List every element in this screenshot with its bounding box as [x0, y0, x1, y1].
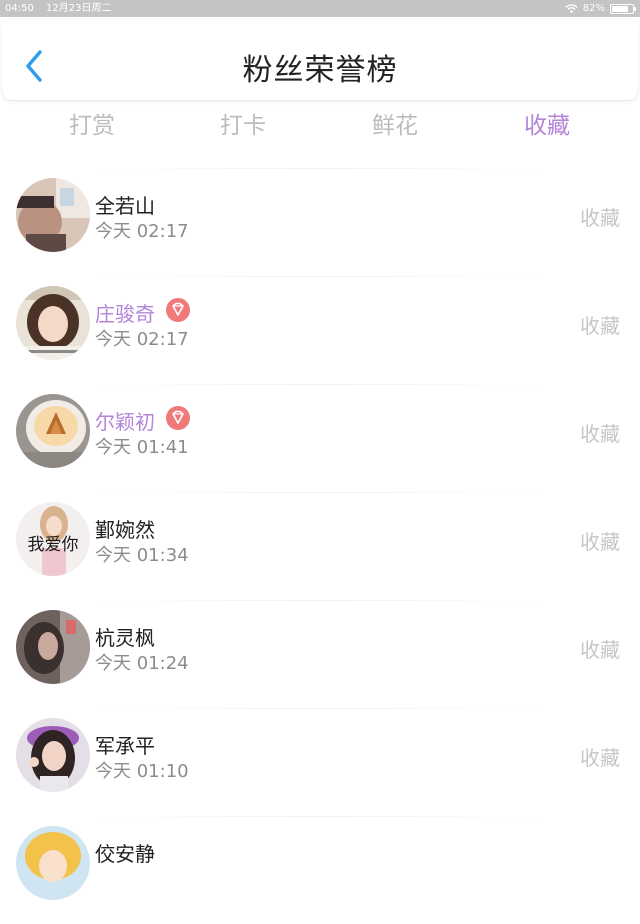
nav-header: 粉丝荣誉榜 — [2, 19, 638, 100]
favorite-label[interactable]: 收藏 — [580, 526, 620, 555]
fan-name: 军承平 — [95, 734, 155, 758]
fan-name: 全若山 — [95, 194, 155, 218]
avatar: 我爱你 — [16, 502, 90, 576]
list-item[interactable]: 杭灵枫 今天 01:24 收藏 — [0, 600, 640, 708]
avatar — [16, 178, 90, 252]
list-item[interactable]: 军承平 今天 01:10 收藏 — [0, 708, 640, 816]
fan-time: 今天 02:17 — [95, 329, 189, 350]
fan-name: 庄骏奇 — [95, 302, 155, 326]
list-item[interactable]: 庄骏奇 今天 02:17 收藏 — [0, 276, 640, 384]
tab-favorites[interactable]: 收藏 — [497, 106, 597, 140]
favorite-label[interactable]: 收藏 — [580, 634, 620, 663]
vip-badge — [166, 298, 190, 322]
vip-badge — [166, 406, 190, 430]
fan-name: 鄞婉然 — [95, 518, 155, 542]
battery-icon — [610, 3, 636, 14]
favorite-label[interactable]: 收藏 — [580, 742, 620, 771]
status-time: 04:50 — [5, 3, 34, 14]
battery-fill — [612, 5, 629, 12]
status-left: 04:50 12月23日周二 — [5, 0, 120, 17]
fan-time: 今天 01:10 — [95, 761, 189, 782]
avatar — [16, 286, 90, 360]
avatar-text: 我爱你 — [28, 535, 79, 555]
fan-time: 今天 01:41 — [95, 437, 189, 458]
battery-percent: 82% — [582, 3, 605, 14]
tab-reward[interactable]: 打赏 — [42, 106, 142, 140]
diamond-icon — [172, 410, 184, 424]
page-title: 粉丝荣誉榜 — [242, 53, 398, 88]
fan-time: 今天 01:24 — [95, 653, 189, 674]
status-date: 12月23日周二 — [46, 3, 112, 14]
wifi-icon — [565, 3, 578, 13]
status-bar: 04:50 12月23日周二 82% — [0, 0, 640, 17]
status-right: 82% — [565, 0, 636, 17]
fan-list: 全若山 今天 02:17 收藏 庄骏奇 今天 02:17 收藏 尔颖初 今天 0… — [0, 168, 640, 924]
favorite-label[interactable]: 收藏 — [580, 202, 620, 231]
list-item[interactable]: 全若山 今天 02:17 收藏 — [0, 168, 640, 276]
fan-name: 杭灵枫 — [95, 626, 155, 650]
tab-bar: 打赏 打卡 鲜花 收藏 — [0, 106, 640, 142]
avatar — [16, 610, 90, 684]
list-item[interactable]: 我爱你 鄞婉然 今天 01:34 收藏 — [0, 492, 640, 600]
diamond-icon — [172, 302, 184, 316]
fan-name: 尔颖初 — [95, 410, 155, 434]
tab-checkin[interactable]: 打卡 — [193, 106, 293, 140]
list-item[interactable]: 佼安静 — [0, 816, 640, 924]
avatar — [16, 826, 90, 900]
fan-time: 今天 02:17 — [95, 221, 189, 242]
avatar — [16, 718, 90, 792]
avatar — [16, 394, 90, 468]
fan-time: 今天 01:34 — [95, 545, 189, 566]
tab-flowers[interactable]: 鲜花 — [345, 106, 445, 140]
list-item[interactable]: 尔颖初 今天 01:41 收藏 — [0, 384, 640, 492]
favorite-label[interactable]: 收藏 — [580, 310, 620, 339]
favorite-label[interactable]: 收藏 — [580, 418, 620, 447]
